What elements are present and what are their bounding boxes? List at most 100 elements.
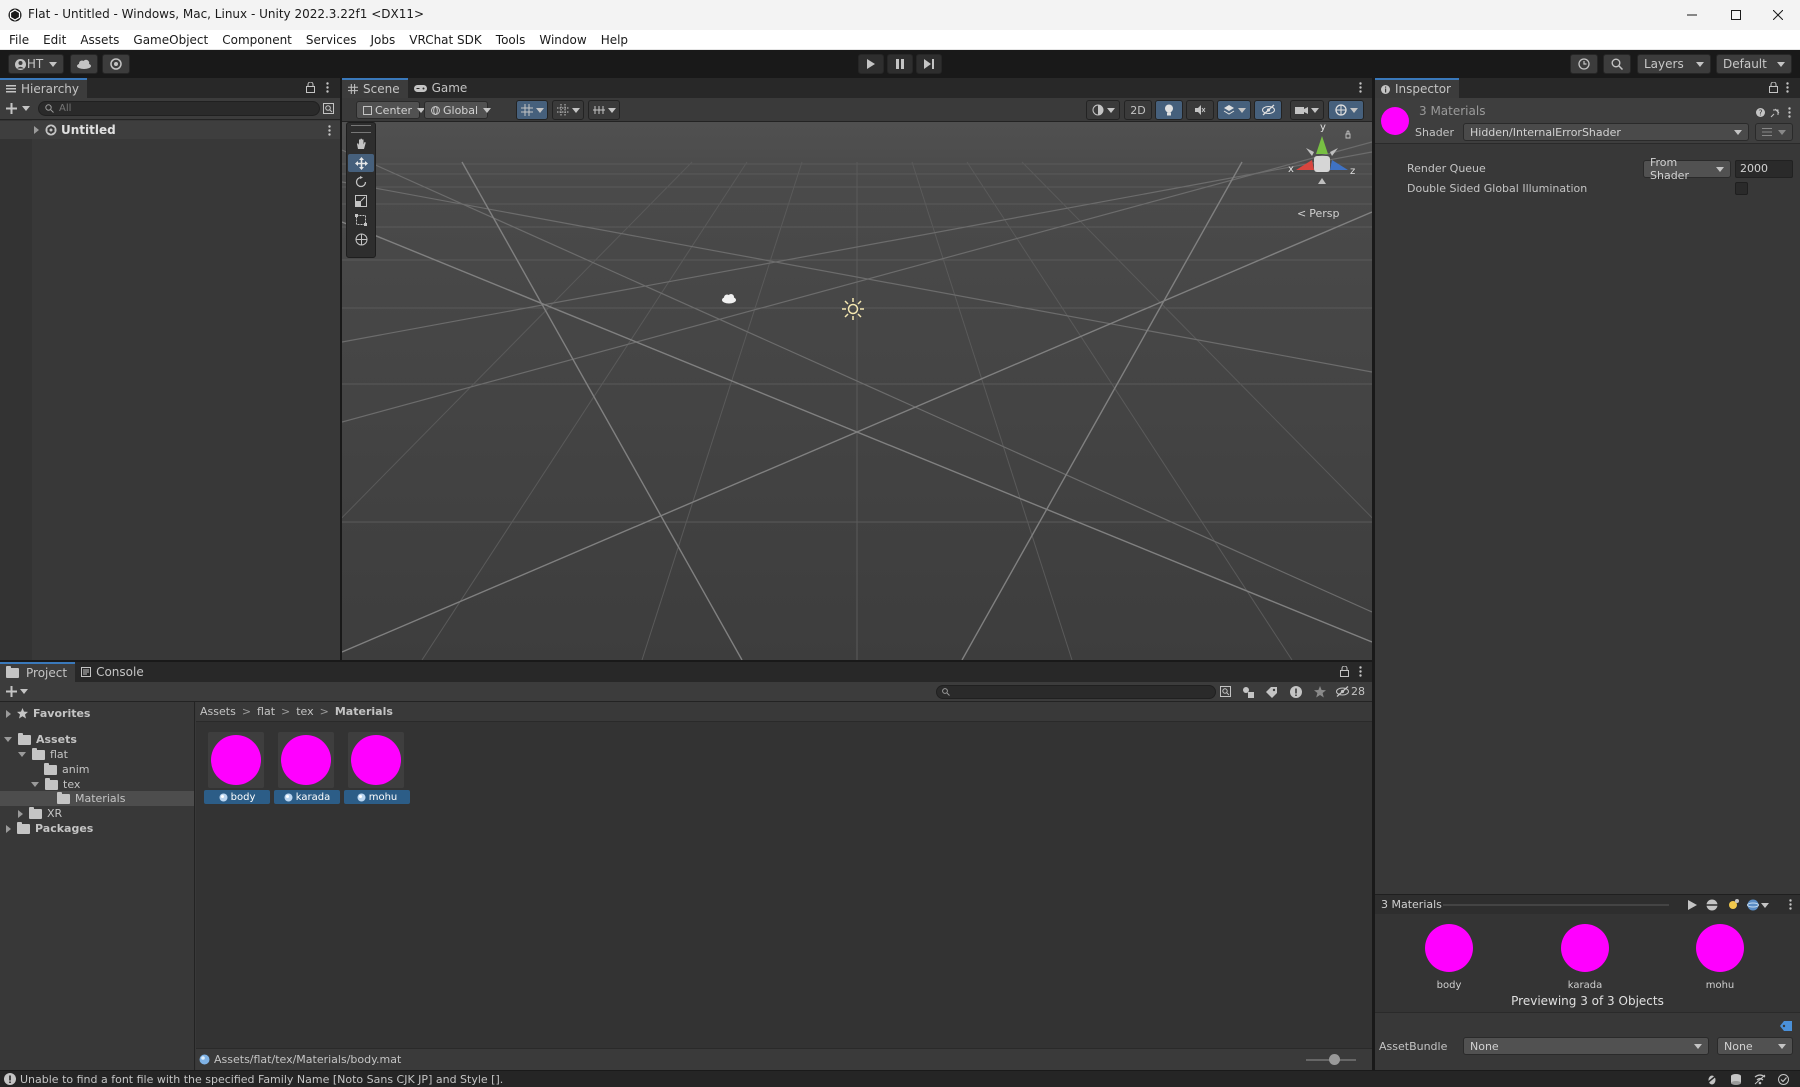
scale-tool-button[interactable] <box>348 192 374 210</box>
drag-handle[interactable] <box>351 125 371 133</box>
effects-dropdown[interactable] <box>1217 100 1251 120</box>
tree-folder-flat[interactable]: flat <box>18 747 68 762</box>
preview-shape-dropdown[interactable] <box>1747 899 1769 911</box>
kebab-menu-icon[interactable] <box>1359 666 1362 677</box>
projection-toggle[interactable]: < Persp <box>1297 207 1339 220</box>
kebab-menu-icon[interactable] <box>1786 82 1789 93</box>
collab-button[interactable] <box>102 54 130 74</box>
tab-hierarchy[interactable]: Hierarchy <box>0 78 88 98</box>
hierarchy-scene-row[interactable]: Untitled <box>0 121 340 139</box>
menu-vrchat-sdk[interactable]: VRChat SDK <box>402 30 489 50</box>
filter-by-type-icon[interactable] <box>1242 686 1254 698</box>
tab-inspector[interactable]: Inspector <box>1375 78 1459 98</box>
project-create-dropdown[interactable] <box>6 686 28 697</box>
shader-options-dropdown[interactable] <box>1755 123 1793 141</box>
breadcrumb-materials[interactable]: Materials <box>335 705 393 718</box>
draw-mode-dropdown[interactable] <box>1086 100 1120 120</box>
breadcrumb-tex[interactable]: tex <box>296 705 313 718</box>
menu-assets[interactable]: Assets <box>73 30 126 50</box>
project-search-input[interactable] <box>936 685 1216 699</box>
cache-server-icon[interactable] <box>1730 1074 1742 1085</box>
layout-dropdown[interactable]: Default <box>1716 54 1792 74</box>
collapse-arrow-icon[interactable] <box>31 782 39 787</box>
close-window-button[interactable] <box>1756 0 1800 30</box>
minimize-button[interactable] <box>1670 0 1714 30</box>
tree-folder-xr[interactable]: XR <box>18 806 62 821</box>
expand-arrow-icon[interactable] <box>6 709 11 718</box>
preset-icon[interactable] <box>1770 108 1780 118</box>
assetbundle-variant-dropdown[interactable]: None <box>1717 1037 1793 1055</box>
tab-scene[interactable]: Scene <box>342 78 408 98</box>
breadcrumb-assets[interactable]: Assets <box>200 705 236 718</box>
expand-arrow-icon[interactable] <box>6 824 11 833</box>
check-circle-icon[interactable] <box>1778 1074 1789 1085</box>
scene-orientation-gizmo[interactable] <box>1282 124 1362 204</box>
account-dropdown[interactable]: HT <box>8 54 64 74</box>
rotate-tool-button[interactable] <box>348 173 374 191</box>
tree-folder-materials[interactable]: Materials <box>57 791 125 806</box>
tree-favorites[interactable]: Favorites <box>6 706 90 721</box>
grid-snap-toggle[interactable] <box>516 100 548 120</box>
gizmos-dropdown[interactable] <box>1328 100 1364 120</box>
play-icon[interactable] <box>1688 900 1697 910</box>
menu-help[interactable]: Help <box>594 30 635 50</box>
menu-file[interactable]: File <box>2 30 36 50</box>
transform-tool-button[interactable] <box>348 230 374 248</box>
tree-folder-anim[interactable]: anim <box>44 762 89 777</box>
step-button[interactable] <box>916 54 942 74</box>
tab-game[interactable]: Game <box>408 78 476 98</box>
create-dropdown[interactable] <box>6 103 30 114</box>
menu-edit[interactable]: Edit <box>36 30 73 50</box>
bug-slash-icon[interactable] <box>1706 1074 1718 1085</box>
kebab-menu-icon[interactable] <box>326 82 329 93</box>
tab-project[interactable]: Project <box>0 662 76 682</box>
hidden-packages-toggle[interactable]: 28 <box>1336 685 1365 698</box>
preview-mesh-icon[interactable] <box>1706 899 1718 911</box>
scene-visibility-toggle[interactable] <box>1254 100 1282 120</box>
increment-snap-toggle[interactable] <box>588 100 620 120</box>
filter-by-label-icon[interactable] <box>1266 686 1278 698</box>
audio-toggle[interactable] <box>1186 100 1214 120</box>
search-by-scene-icon[interactable] <box>1220 686 1232 698</box>
menu-gameobject[interactable]: GameObject <box>126 30 215 50</box>
move-tool-button[interactable] <box>348 154 374 172</box>
lighting-toggle[interactable] <box>1155 100 1183 120</box>
scene-search-icon[interactable] <box>323 103 334 114</box>
collapse-arrow-icon[interactable] <box>18 752 26 757</box>
maximize-button[interactable] <box>1714 0 1758 30</box>
tree-packages[interactable]: Packages <box>6 821 93 836</box>
asset-tile-mohu[interactable]: mohu <box>344 732 410 806</box>
kebab-menu-icon[interactable] <box>1789 899 1792 910</box>
tree-folder-tex[interactable]: tex <box>31 777 80 792</box>
lock-icon[interactable] <box>1340 666 1349 677</box>
dsgi-checkbox[interactable] <box>1735 182 1748 195</box>
help-icon[interactable]: ? <box>1756 108 1765 117</box>
collapse-arrow-icon[interactable] <box>4 737 12 742</box>
menu-tools[interactable]: Tools <box>489 30 533 50</box>
hierarchy-search-input[interactable]: All <box>38 101 320 116</box>
rect-tool-button[interactable] <box>348 211 374 229</box>
kebab-menu-icon[interactable] <box>1788 107 1791 118</box>
network-icon[interactable] <box>1754 1074 1766 1085</box>
tab-console[interactable]: Console <box>75 662 152 682</box>
history-button[interactable] <box>1570 54 1598 74</box>
cloud-button[interactable] <box>70 54 98 74</box>
lock-icon[interactable] <box>306 82 315 93</box>
camera-dropdown[interactable] <box>1290 100 1324 120</box>
layers-dropdown[interactable]: Layers <box>1637 54 1711 74</box>
kebab-menu-icon[interactable] <box>1359 82 1362 93</box>
breadcrumb-flat[interactable]: flat <box>257 705 275 718</box>
menu-services[interactable]: Services <box>299 30 364 50</box>
shader-dropdown[interactable]: Hidden/InternalErrorShader <box>1463 123 1749 141</box>
tree-assets[interactable]: Assets <box>4 732 77 747</box>
pivot-dropdown[interactable]: Center <box>356 101 426 119</box>
menu-window[interactable]: Window <box>532 30 593 50</box>
kebab-menu-icon[interactable] <box>328 125 331 136</box>
lock-icon[interactable] <box>1769 82 1778 93</box>
render-queue-mode-dropdown[interactable]: From Shader <box>1643 156 1731 182</box>
icon-size-slider-thumb[interactable] <box>1329 1054 1340 1065</box>
tag-icon[interactable] <box>1780 1021 1792 1031</box>
global-search-button[interactable] <box>1603 54 1631 74</box>
grid-visibility-toggle[interactable] <box>552 100 584 120</box>
hand-tool-button[interactable] <box>348 135 374 153</box>
